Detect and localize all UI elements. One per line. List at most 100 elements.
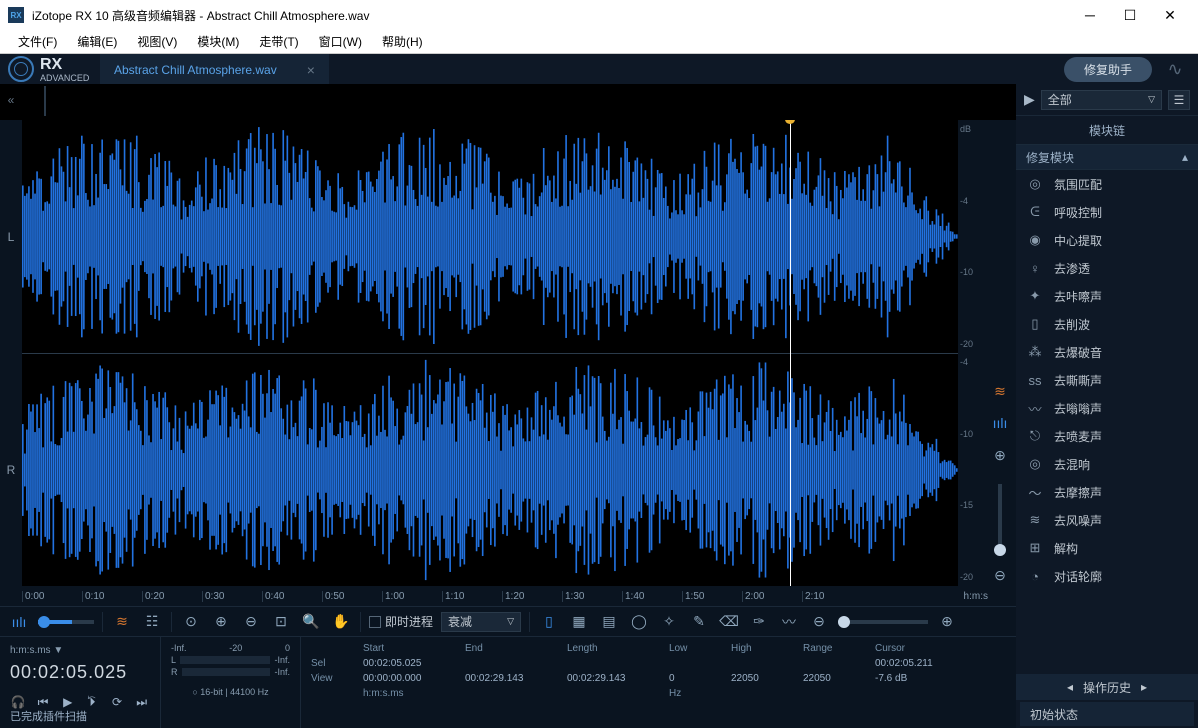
waveform-right-channel[interactable] [22, 353, 958, 586]
cursor-time: 00:02:05.211 [875, 658, 965, 669]
zoom-tool-icon[interactable]: 🔍 [300, 611, 322, 633]
view-list-icon[interactable]: ☷ [141, 611, 163, 633]
select-timefreq-icon[interactable]: ▦ [568, 611, 590, 633]
module-icon-8: 〰 [1026, 399, 1044, 418]
forward-button[interactable]: ⏭ [133, 693, 150, 711]
hand-tool-icon[interactable]: ✋ [330, 611, 352, 633]
module-14[interactable]: ◔对话轮廓 [1016, 562, 1198, 590]
waveform-view-icon[interactable]: ≋ [989, 380, 1011, 402]
menu-help[interactable]: 帮助(H) [372, 33, 433, 50]
menu-modules[interactable]: 模块(M) [187, 33, 249, 50]
module-icon-14: ◔ [1026, 569, 1044, 584]
module-4[interactable]: ✦去咔嚓声 [1016, 282, 1198, 310]
zoom-out-icon[interactable]: ⊖ [989, 564, 1011, 586]
zoom-out-h-icon[interactable]: ⊖ [240, 611, 262, 633]
module-10[interactable]: ◎去混响 [1016, 450, 1198, 478]
zoom-slider[interactable] [998, 484, 1002, 554]
history-header[interactable]: ◂ 操作历史 ▸ [1016, 674, 1198, 700]
logo-brand: RX [40, 56, 89, 74]
window-titlebar: RX iZotope RX 10 高级音频编辑器 - Abstract Chil… [0, 0, 1198, 30]
module-13[interactable]: ⊞解构 [1016, 534, 1198, 562]
channel-left-label: L [8, 230, 15, 244]
time-format-selector[interactable]: h:m:s.ms ▼ [10, 645, 150, 656]
loop-button[interactable]: ⟳ [109, 693, 126, 711]
close-button[interactable]: ✕ [1150, 0, 1190, 30]
db-scale: dB -4 -10 -20 -4 -10 -15 -20 [958, 120, 984, 586]
preset-menu-icon[interactable]: ☰ [1168, 90, 1190, 110]
preset-select[interactable]: 全部▽ [1041, 90, 1162, 110]
overview-waveform[interactable] [44, 86, 46, 116]
brush-icon[interactable]: ✎ [688, 611, 710, 633]
feather-icon[interactable]: ✑ [748, 611, 770, 633]
zoom-in-h-icon[interactable]: ⊕ [210, 611, 232, 633]
amplitude-icon[interactable]: ıılı [8, 611, 30, 633]
repair-assistant-button[interactable]: 修复助手 [1064, 57, 1152, 82]
history-initial-state[interactable]: 初始状态 [1020, 702, 1194, 726]
minimize-button[interactable]: ─ [1070, 0, 1110, 30]
menu-window[interactable]: 窗口(W) [309, 33, 372, 50]
eraser-icon[interactable]: ⌫ [718, 611, 740, 633]
menu-bar: 文件(F) 编辑(E) 视图(V) 模块(M) 走带(T) 窗口(W) 帮助(H… [0, 30, 1198, 54]
chain-play-icon[interactable]: ▶ [1024, 91, 1035, 108]
fade-select[interactable]: 衰减▽ [441, 612, 521, 632]
module-11[interactable]: 〜去摩擦声 [1016, 478, 1198, 506]
module-icon-11: 〜 [1026, 483, 1044, 502]
select-freq-icon[interactable]: ▤ [598, 611, 620, 633]
module-0[interactable]: ◎氛围匹配 [1016, 170, 1198, 198]
waveform-display[interactable] [22, 120, 958, 586]
time-ruler[interactable]: 0:00 0:10 0:20 0:30 0:40 0:50 1:00 1:10 … [0, 586, 1016, 606]
menu-file[interactable]: 文件(F) [8, 33, 67, 50]
plugin-status: 已完成插件扫描 [10, 708, 87, 724]
module-1[interactable]: ᕮ呼吸控制 [1016, 198, 1198, 226]
lasso-icon[interactable]: ◯ [628, 611, 650, 633]
wand-icon[interactable]: ✧ [658, 611, 680, 633]
select-time-icon[interactable]: ▯ [538, 611, 560, 633]
zoom-fit-icon[interactable]: ⊡ [270, 611, 292, 633]
amplitude-slider[interactable] [38, 620, 94, 624]
module-9[interactable]: ⎋去喷麦声 [1016, 422, 1198, 450]
tab-bar: RX ADVANCED Abstract Chill Atmosphere.wa… [0, 54, 1198, 84]
module-chain-title: 模块链 [1016, 116, 1198, 144]
zoom-in-end-icon[interactable]: ⊕ [936, 611, 958, 633]
channel-labels: L R [0, 120, 22, 586]
module-8[interactable]: 〰去嗡嗡声 [1016, 394, 1198, 422]
right-panel: ▶ 全部▽ ☰ 模块链 修复模块 ▴ ◎氛围匹配ᕮ呼吸控制◉中心提取♀去渗透✦去… [1016, 84, 1198, 728]
playhead-time: 00:02:05.025 [10, 662, 150, 683]
module-12[interactable]: ≋去风噪声 [1016, 506, 1198, 534]
zoom-in-icon[interactable]: ⊕ [989, 444, 1011, 466]
bottom-toolbar: ıılı ≋ ☷ ⊙ ⊕ ⊖ ⊡ 🔍 ✋ 即时进程 衰减▽ [0, 606, 1016, 636]
menu-edit[interactable]: 编辑(E) [67, 33, 127, 50]
repair-modules-header[interactable]: 修复模块 ▴ [1016, 144, 1198, 170]
module-icon-13: ⊞ [1026, 540, 1044, 556]
waveform-left-channel[interactable] [22, 120, 958, 353]
module-5[interactable]: ▯去削波 [1016, 310, 1198, 338]
maximize-button[interactable]: ☐ [1110, 0, 1150, 30]
sel-start: 00:02:05.025 [363, 658, 453, 669]
module-3[interactable]: ♀去渗透 [1016, 254, 1198, 282]
history-prev-icon[interactable]: ◂ [1067, 680, 1073, 694]
menu-view[interactable]: 视图(V) [127, 33, 187, 50]
module-list: ◎氛围匹配ᕮ呼吸控制◉中心提取♀去渗透✦去咔嚓声▯去削波⁂去爆破音ss去嘶嘶声〰… [1016, 170, 1198, 674]
overview-collapse-icon[interactable]: « [8, 93, 15, 107]
spectrogram-view-icon[interactable]: ıılı [989, 412, 1011, 434]
module-icon-4: ✦ [1026, 288, 1044, 304]
zoom-sel-icon[interactable]: ⊙ [180, 611, 202, 633]
meter-right [182, 668, 271, 676]
module-7[interactable]: ss去嘶嘶声 [1016, 366, 1198, 394]
module-2[interactable]: ◉中心提取 [1016, 226, 1198, 254]
tab-close-icon[interactable]: × [307, 62, 315, 78]
file-tab[interactable]: Abstract Chill Atmosphere.wav × [100, 54, 329, 84]
module-6[interactable]: ⁂去爆破音 [1016, 338, 1198, 366]
brush-slider[interactable] [838, 620, 928, 624]
curve-icon[interactable]: 〰 [778, 611, 800, 633]
instant-process-checkbox[interactable]: 即时进程 [369, 613, 433, 630]
module-icon-2: ◉ [1026, 232, 1044, 248]
view-wave-icon[interactable]: ≋ [111, 611, 133, 633]
app-icon: RX [8, 7, 24, 23]
history-next-icon[interactable]: ▸ [1141, 680, 1147, 694]
meter-left [180, 656, 270, 664]
menu-transport[interactable]: 走带(T) [249, 33, 308, 50]
zoom-out-end-icon[interactable]: ⊖ [808, 611, 830, 633]
logo-circle-icon [8, 56, 34, 82]
signal-chain-icon[interactable]: ∿ [1160, 55, 1190, 83]
